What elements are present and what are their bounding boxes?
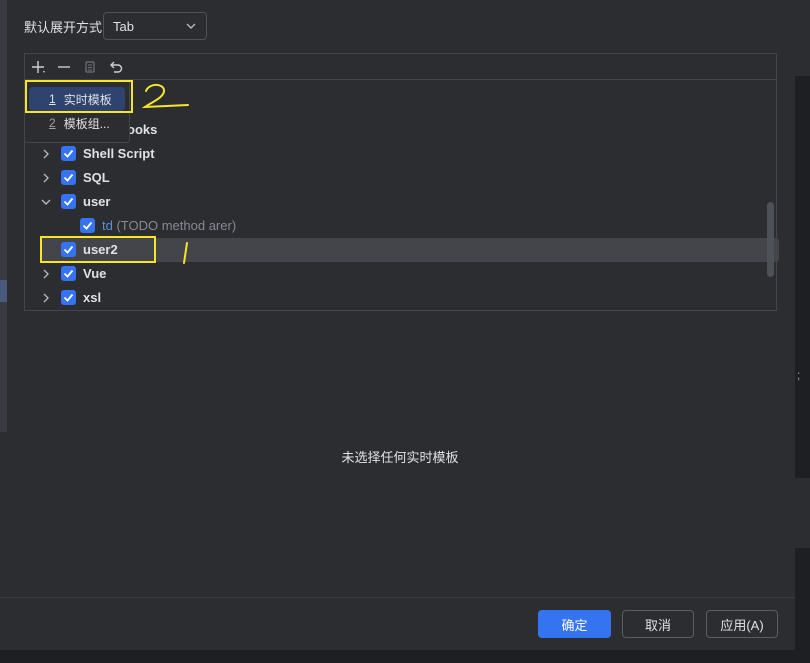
expand-select-value: Tab: [113, 18, 134, 34]
menu-item-mnemonic: 2: [49, 116, 56, 130]
empty-selection-text: 未选择任何实时模板: [341, 450, 459, 465]
checkbox[interactable]: [61, 146, 76, 161]
template-description: (TODO method arer): [116, 218, 237, 233]
window-bottom-edge: [0, 650, 810, 663]
menu-item-label: 模板组...: [63, 116, 110, 131]
tree-row-label: user: [83, 194, 111, 209]
template-abbreviation: td: [102, 218, 113, 233]
apply-button[interactable]: 应用(A): [706, 610, 778, 638]
checkbox[interactable]: [61, 170, 76, 185]
tree-row-xsl[interactable]: xsl: [25, 286, 765, 310]
right-panel-band: [795, 0, 810, 76]
annotation-number-1: [183, 242, 188, 264]
chevron-right-icon[interactable]: [40, 268, 52, 280]
expand-setting-row: 默认展开方式: [24, 11, 102, 41]
tree-row-label: SQL: [83, 170, 110, 185]
minus-icon[interactable]: [55, 58, 73, 76]
tree-row-sql[interactable]: SQL: [25, 166, 765, 190]
undo-icon[interactable]: [107, 58, 125, 76]
vertical-scrollbar[interactable]: [767, 202, 774, 277]
expand-select[interactable]: Tab: [103, 12, 207, 40]
checkbox[interactable]: [61, 266, 76, 281]
tree-row-label: xsl: [83, 290, 102, 305]
footer-divider: [0, 597, 795, 598]
menu-item-template-group[interactable]: 2 模板组...: [29, 111, 125, 135]
copy-icon[interactable]: [81, 58, 99, 76]
tree-row[interactable]: ooks: [25, 118, 765, 142]
chevron-down-icon: [186, 23, 196, 29]
tree-row-label: Vue: [83, 266, 107, 281]
annotation-number-2: [141, 83, 189, 109]
cancel-button[interactable]: 取消: [622, 610, 694, 638]
checkbox[interactable]: [61, 194, 76, 209]
right-panel-edge: [795, 0, 810, 663]
ok-button[interactable]: 确定: [538, 610, 611, 638]
tree-row-user[interactable]: user: [25, 190, 765, 214]
annotation-box: [25, 80, 133, 113]
right-panel-band: [795, 478, 810, 548]
chevron-right-icon[interactable]: [40, 172, 52, 184]
live-templates-tree: ooks Shell Script SQL user td (TODO meth…: [24, 53, 779, 311]
tree-row-vue[interactable]: Vue: [25, 262, 765, 286]
left-panel-selection-mark: [0, 280, 7, 302]
annotation-box: [40, 236, 156, 263]
empty-selection-message: 未选择任何实时模板: [0, 447, 810, 466]
plus-icon[interactable]: [29, 58, 47, 76]
tree-row-template-td[interactable]: td (TODO method arer): [25, 214, 765, 238]
chevron-down-icon[interactable]: [40, 196, 52, 208]
tree-row-shell-script[interactable]: Shell Script: [25, 142, 765, 166]
chevron-right-icon[interactable]: [40, 148, 52, 160]
checkbox[interactable]: [80, 218, 95, 233]
tree-row-label: ooks: [127, 122, 158, 137]
checkbox[interactable]: [61, 290, 76, 305]
expand-label: 默认展开方式: [24, 19, 103, 35]
right-edge-text: ;: [797, 368, 801, 382]
tree-toolbar: [25, 54, 776, 80]
tree-row-label: Shell Script: [83, 146, 155, 161]
chevron-right-icon[interactable]: [40, 292, 52, 304]
left-panel-edge: [0, 0, 7, 432]
